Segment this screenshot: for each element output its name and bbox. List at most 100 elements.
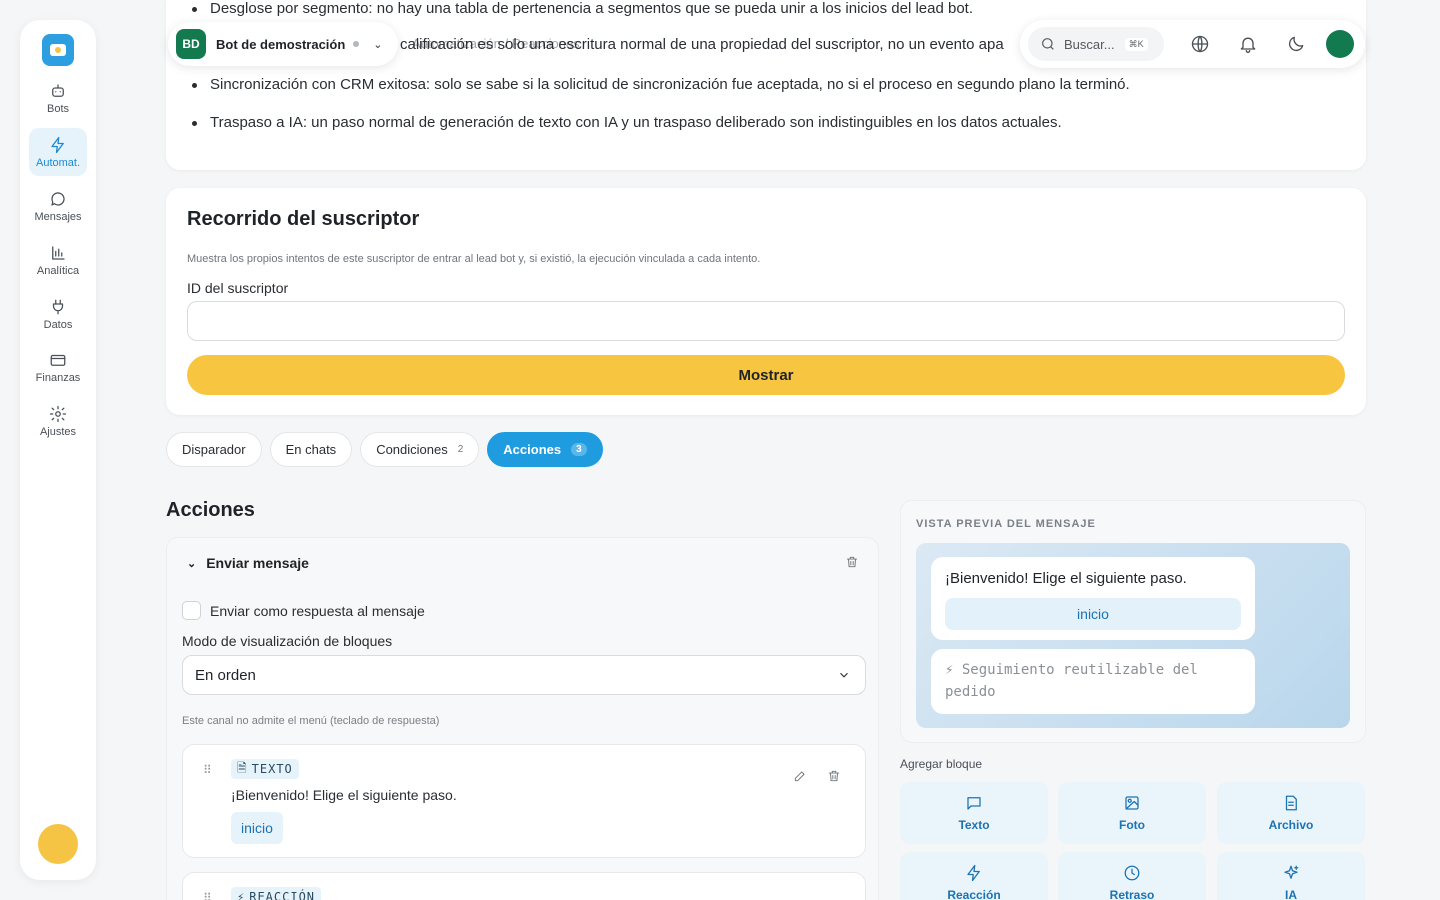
bot-badge: BD: [176, 29, 206, 59]
lightning-icon: [967, 864, 980, 882]
sidebar-item-bots[interactable]: Bots: [29, 74, 87, 122]
subscriber-id-label: ID del suscriptor: [187, 280, 289, 296]
globe-icon: [1191, 35, 1209, 53]
app-logo[interactable]: [42, 34, 74, 66]
tab-conditions[interactable]: Condiciones 2: [360, 432, 480, 467]
sidebar-item-label: Bots: [46, 102, 69, 115]
lightning-icon: ⚡: [237, 890, 246, 900]
display-mode-select[interactable]: En orden: [182, 655, 866, 695]
message-icon: [51, 191, 65, 206]
sidebar-item-label: Ajustes: [39, 425, 77, 438]
text-block: ⠿ 🗎 TEXTO ¡Bienvenido! Elige el siguient…: [182, 744, 866, 858]
display-mode-value: En orden: [195, 666, 256, 684]
subscriber-id-input[interactable]: [187, 301, 1345, 341]
tab-trigger[interactable]: Disparador: [166, 432, 262, 467]
tab-label: Acciones: [503, 442, 562, 457]
theme-toggle[interactable]: [1272, 34, 1320, 54]
add-photo-block-button[interactable]: Foto: [1058, 782, 1206, 844]
add-reaction-block-button[interactable]: Reacción: [900, 852, 1048, 900]
gear-icon: [49, 405, 67, 422]
bot-selector[interactable]: BD Bot de demostración ⌄: [168, 22, 398, 66]
add-block-label-text: Retraso: [1109, 888, 1155, 900]
sidebar-item-label: Datos: [43, 318, 73, 331]
preview-inline-button[interactable]: inicio: [945, 598, 1241, 630]
moon-icon: [1288, 36, 1304, 52]
sidebar-item-messages[interactable]: Mensajes: [29, 182, 87, 230]
sidebar-item-label: Automat.: [35, 156, 81, 169]
sidebar-item-analytics[interactable]: Analítica: [29, 236, 87, 284]
action-header[interactable]: ⌄ Enviar mensaje: [187, 555, 309, 571]
tab-in-chats[interactable]: En chats: [269, 432, 353, 467]
add-block-label-text: Reacción: [947, 888, 1001, 900]
display-mode-label: Modo de visualización de bloques: [182, 633, 393, 649]
chevron-down-icon: ⌄: [373, 38, 383, 51]
sidebar-item-label: Finanzas: [35, 371, 81, 384]
sidebar-item-settings[interactable]: Ajustes: [29, 397, 87, 445]
shortcut-badge: ⌘K: [1124, 37, 1148, 51]
card-icon: [50, 354, 66, 366]
action-title: Enviar mensaje: [206, 555, 309, 571]
block-button-chip[interactable]: inicio: [231, 812, 283, 844]
message-icon: [967, 797, 981, 810]
search-placeholder: Buscar...: [1064, 36, 1115, 52]
sidebar: Bots Automat. Mensajes Analítica Datos F…: [20, 20, 96, 880]
delete-action-button[interactable]: [845, 555, 861, 571]
reply-checkbox-label: Enviar como respuesta al mensaje: [210, 602, 425, 619]
tab-label: Disparador: [182, 442, 246, 457]
sidebar-item-data[interactable]: Datos: [29, 290, 87, 338]
menu-note: Este canal no admite el menú (teclado de…: [182, 715, 440, 727]
chevron-down-icon: [840, 672, 848, 678]
notifications-button[interactable]: [1224, 34, 1272, 54]
add-text-block-button[interactable]: Texto: [900, 782, 1048, 844]
preview-followup-text: ⚡ Seguimiento reutilizable del pedido: [945, 662, 1198, 700]
add-ai-block-button[interactable]: IA: [1217, 852, 1365, 900]
block-type-label: REACCIÓN: [249, 890, 316, 900]
pencil-icon: [794, 771, 805, 782]
account-avatar[interactable]: [1326, 30, 1354, 58]
tab-count: 2: [457, 444, 464, 455]
add-delay-block-button[interactable]: Retraso: [1058, 852, 1206, 900]
drag-handle-icon[interactable]: ⠿: [203, 763, 212, 777]
add-file-block-button[interactable]: Archivo: [1217, 782, 1365, 844]
sidebar-item-finance[interactable]: Finanzas: [29, 343, 87, 391]
trash-icon: [846, 556, 858, 568]
image-icon: [1125, 796, 1139, 810]
send-message-action: ⌄ Enviar mensaje Enviar como respuesta a…: [166, 537, 879, 900]
actions-title: Acciones: [166, 499, 255, 521]
tab-actions[interactable]: Acciones 3: [487, 432, 603, 467]
preview-message-bubble: ¡Bienvenido! Elige el siguiente paso. in…: [931, 557, 1255, 640]
search-input[interactable]: Buscar... ⌘K: [1028, 27, 1164, 61]
list-item: Traspaso a IA: un paso normal de generac…: [192, 114, 1062, 131]
add-block-label-text: Archivo: [1268, 818, 1314, 832]
block-type-tag: ⚡ REACCIÓN: [231, 887, 322, 900]
reaction-block: ⠿ ⚡ REACCIÓN: [182, 872, 866, 900]
edit-block-button[interactable]: [793, 769, 807, 788]
bell-icon: [1240, 37, 1256, 53]
sidebar-item-automations[interactable]: Automat.: [29, 128, 87, 176]
tab-label: Condiciones: [376, 442, 448, 457]
file-icon: 🗎: [237, 760, 248, 775]
file-icon: [1285, 795, 1297, 811]
add-block-label: Agregar bloque: [900, 757, 983, 771]
drag-handle-icon[interactable]: ⠿: [203, 891, 212, 900]
block-type-label: TEXTO: [251, 762, 293, 776]
show-button[interactable]: Mostrar: [187, 355, 1345, 395]
chart-icon: [52, 245, 65, 260]
reply-option: Enviar como respuesta al mensaje: [182, 601, 425, 620]
user-avatar[interactable]: [38, 824, 78, 864]
add-block-label-text: IA: [1285, 888, 1297, 900]
journey-description: Muestra los propios intentos de este sus…: [187, 253, 761, 265]
bot-name: Bot de demostración: [216, 36, 346, 52]
preview-followup-bubble: ⚡ Seguimiento reutilizable del pedido: [931, 649, 1255, 714]
reply-checkbox[interactable]: [182, 601, 201, 620]
plug-icon: [52, 299, 64, 314]
delete-block-button[interactable]: [827, 769, 843, 785]
sidebar-item-label: Analítica: [36, 264, 80, 277]
sparkles-icon: [1284, 865, 1299, 879]
journey-title: Recorrido del suscriptor: [187, 208, 420, 230]
preview-message-text: ¡Bienvenido! Elige el siguiente paso.: [945, 570, 1187, 587]
lightning-icon: [51, 136, 64, 153]
list-item-partial: calificación es solo una escritura norma…: [400, 36, 1004, 53]
language-button[interactable]: [1176, 34, 1224, 54]
list-item: Sincronización con CRM exitosa: solo se …: [192, 76, 1130, 93]
